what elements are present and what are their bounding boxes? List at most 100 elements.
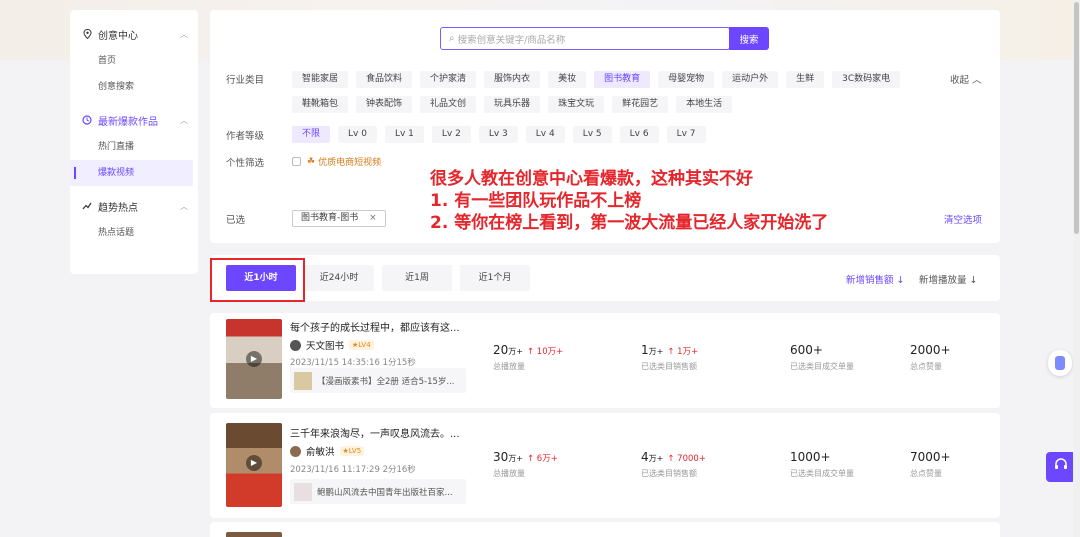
industry-tag[interactable]: 礼品文创 <box>420 96 477 113</box>
level-tag[interactable]: Lv 3 <box>478 126 518 143</box>
sidebar-item-creative-search[interactable]: 创意搜索 <box>70 74 198 100</box>
sidebar-item-hot-videos[interactable]: 爆款视频 <box>70 160 193 186</box>
industry-tag[interactable]: 服饰内衣 <box>484 71 541 88</box>
level-tag[interactable]: Lv 5 <box>572 126 612 143</box>
metric-increase: ↑ 7000+ <box>667 454 706 464</box>
product-link[interactable]: 【漫画版素书】全2册 适合5-15岁... <box>290 368 466 393</box>
sort-by-sales[interactable]: 新增销售额 ↓ <box>846 272 904 286</box>
video-thumbnail[interactable]: ▶ <box>226 319 282 399</box>
annotation-highlight-box <box>210 258 305 302</box>
sidebar-item-hot-topics[interactable]: 热点话题 <box>70 220 198 246</box>
customer-service-button[interactable] <box>1046 452 1076 482</box>
video-card[interactable] <box>210 522 1000 537</box>
level-tag[interactable]: Lv 6 <box>619 126 659 143</box>
metric-label: 总点赞量 <box>910 362 942 371</box>
search-icon: ⌕ <box>449 33 455 44</box>
level-tag[interactable]: Lv 0 <box>338 126 377 143</box>
industry-tag[interactable]: 鞋靴箱包 <box>292 96 349 113</box>
level-tags: 不限 Lv 0 Lv 1 Lv 2 Lv 3 Lv 4 Lv 5 Lv 6 Lv… <box>292 126 706 143</box>
industry-tag[interactable]: 钟表配饰 <box>356 96 413 113</box>
tab-1-week[interactable]: 近1周 <box>382 265 452 291</box>
time-tab-bar: 近1小时 近24小时 近1周 近1个月 新增销售额 ↓ 新增播放量 ↓ <box>210 255 1000 302</box>
sidebar-item-hot-live[interactable]: 热门直播 <box>70 134 198 160</box>
industry-tag[interactable]: 美妆 <box>548 71 587 88</box>
video-title[interactable]: 每个孩子的成长过程中，都应该有这... <box>290 319 460 334</box>
play-icon[interactable]: ▶ <box>246 455 262 471</box>
metric-increase: ↑ 6万+ <box>526 454 558 464</box>
chevron-up-icon: ︿ <box>180 201 188 211</box>
level-tag-selected[interactable]: 不限 <box>292 126 331 143</box>
sidebar-group-label: 趋势热点 <box>98 202 138 214</box>
metric-value: 4 <box>641 450 649 464</box>
personal-filter-label: 个性筛选 <box>226 158 265 169</box>
video-card[interactable]: ▶ 每个孩子的成长过程中，都应该有这... 天文图书 ★LV4 2023/11/… <box>210 313 1000 408</box>
metric-category-orders: 1000+ 已选类目成交单量 <box>790 450 854 479</box>
sidebar-group-trends[interactable]: 趋势热点 ︿ <box>70 192 198 220</box>
level-tag[interactable]: Lv 2 <box>431 126 471 143</box>
industry-tag[interactable]: 食品饮料 <box>356 71 413 88</box>
chevron-up-icon: ︿ <box>180 115 188 125</box>
sidebar-item-home[interactable]: 首页 <box>70 48 198 74</box>
metric-label: 已选类目成交单量 <box>790 362 854 371</box>
search-placeholder: 搜索创意关键字/商品名称 <box>457 34 566 46</box>
author-info[interactable]: 俞敏洪 ★LV5 <box>290 444 365 458</box>
industry-tag[interactable]: 运动户外 <box>722 71 779 88</box>
metric-value: 1 <box>641 343 649 357</box>
close-icon[interactable]: × <box>369 213 377 223</box>
search-button[interactable]: 搜索 <box>729 27 769 50</box>
industry-tag-selected[interactable]: 图书教育 <box>594 71 651 88</box>
metric-label: 总播放量 <box>493 362 525 371</box>
headset-icon <box>1053 457 1069 477</box>
selected-label: 已选 <box>226 215 246 226</box>
industry-tag[interactable]: 珠宝文玩 <box>548 96 605 113</box>
industry-tag[interactable]: 鲜花园艺 <box>612 96 669 113</box>
industry-tag[interactable]: 个护家清 <box>420 71 477 88</box>
quality-badge-icon: ☘ <box>307 156 316 167</box>
video-card[interactable]: ▶ 三千年来浪淘尽，一声叹息风流去。... 俞敏洪 ★LV5 2023/11/1… <box>210 413 1000 518</box>
product-title: 鲍鹏山风流去中国青年出版社百家... <box>317 487 453 498</box>
level-tag[interactable]: Lv 1 <box>384 126 424 143</box>
author-info[interactable]: 天文图书 ★LV4 <box>290 338 374 352</box>
level-badge-text: LV4 <box>358 341 371 349</box>
selected-chip[interactable]: 图书教育-图书 × <box>292 210 386 227</box>
industry-tag[interactable]: 智能家居 <box>292 71 349 88</box>
jar-icon <box>1055 356 1065 370</box>
clear-options-link[interactable]: 清空选项 <box>944 212 982 226</box>
industry-tag[interactable]: 本地生活 <box>676 96 733 113</box>
quality-filter-option[interactable]: ☘ 优质电商短视频 <box>292 155 381 168</box>
flame-icon <box>82 115 92 125</box>
floating-widget[interactable] <box>1048 350 1072 376</box>
industry-tag[interactable]: 母婴宠物 <box>658 71 715 88</box>
metric-unit: 万+ <box>508 454 523 463</box>
industry-tag[interactable]: 3C数码家电 <box>832 71 901 88</box>
metric-value: 30 <box>493 450 509 464</box>
sidebar: 创意中心 ︿ 首页 创意搜索 最新爆款作品 ︿ 热门直播 爆款视频 趋势热点 ︿… <box>70 10 198 274</box>
sidebar-group-label: 创意中心 <box>98 30 138 42</box>
quality-checkbox[interactable] <box>292 157 301 166</box>
level-tag[interactable]: Lv 4 <box>525 126 565 143</box>
tab-24-hours[interactable]: 近24小时 <box>304 265 374 291</box>
level-tag[interactable]: Lv 7 <box>666 126 706 143</box>
metric-total-plays: 30万+ ↑ 6万+ 总播放量 <box>493 450 558 479</box>
level-badge: ★LV5 <box>339 446 365 456</box>
video-thumbnail[interactable] <box>226 532 282 537</box>
publish-time: 2023/11/15 14:35:16 1分15秒 <box>290 358 416 368</box>
industry-tag[interactable]: 玩具乐器 <box>484 96 541 113</box>
sort-by-plays[interactable]: 新增播放量 ↓ <box>919 272 977 286</box>
video-thumbnail[interactable]: ▶ <box>226 423 282 507</box>
scrollbar-thumb[interactable] <box>1074 2 1079 234</box>
video-title[interactable]: 三千年来浪淘尽，一声叹息风流去。... <box>290 425 460 440</box>
trend-icon <box>82 201 92 211</box>
metric-category-orders: 600+ 已选类目成交单量 <box>790 343 854 372</box>
tab-1-month[interactable]: 近1个月 <box>460 265 530 291</box>
search-input[interactable]: ⌕ 搜索创意关键字/商品名称 <box>440 27 730 50</box>
avatar <box>290 339 301 351</box>
industry-tag[interactable]: 生鲜 <box>786 71 825 88</box>
metric-increase: ↑ 10万+ <box>526 347 564 357</box>
play-icon[interactable]: ▶ <box>246 351 262 367</box>
sidebar-group-creative-center[interactable]: 创意中心 ︿ <box>70 20 198 48</box>
sidebar-group-hot-works[interactable]: 最新爆款作品 ︿ <box>70 106 198 134</box>
product-link[interactable]: 鲍鹏山风流去中国青年出版社百家... <box>290 479 466 504</box>
collapse-toggle[interactable]: 收起 ︿ <box>950 72 982 86</box>
level-badge: ★LV4 <box>349 340 374 350</box>
